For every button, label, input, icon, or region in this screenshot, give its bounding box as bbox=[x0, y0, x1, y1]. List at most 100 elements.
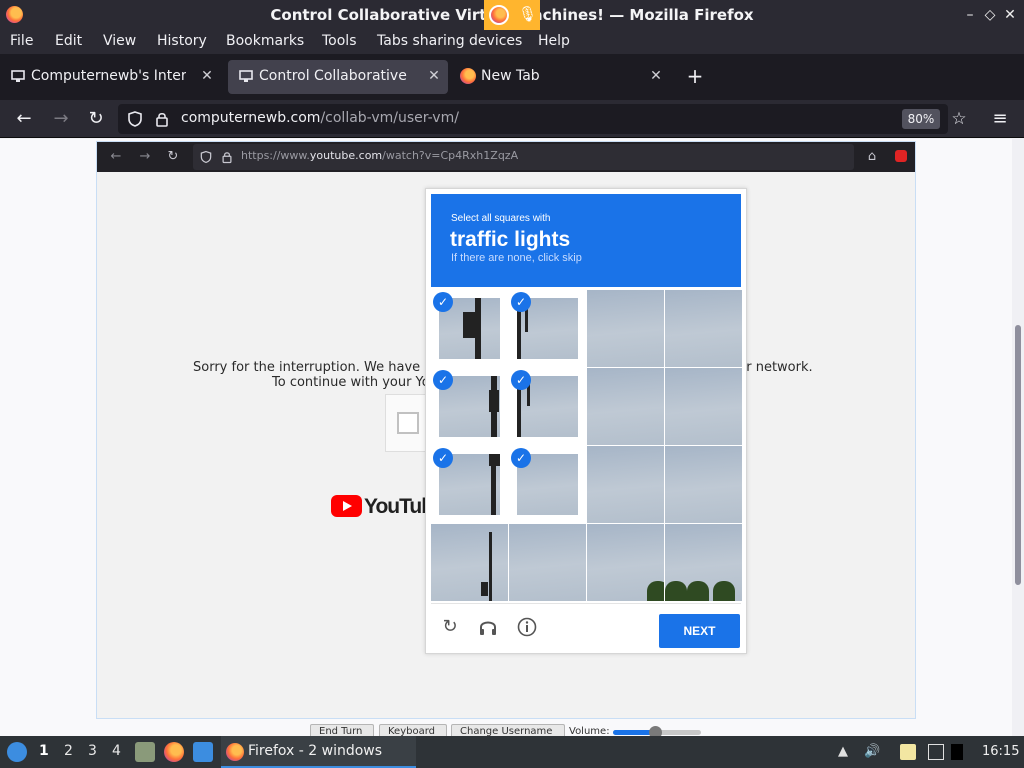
captcha-tile-image bbox=[587, 446, 664, 523]
firefox-sharing-icon bbox=[489, 5, 509, 25]
workspace-2[interactable]: 2 bbox=[64, 743, 73, 759]
volume-icon[interactable]: 🔊 bbox=[864, 744, 880, 760]
menu-bookmarks[interactable]: Bookmarks bbox=[226, 33, 304, 49]
firefox-launcher-icon[interactable] bbox=[164, 742, 184, 762]
captcha-tile-image bbox=[587, 290, 664, 367]
traffic-light-fragment bbox=[463, 312, 475, 338]
captcha-tile[interactable] bbox=[587, 446, 664, 523]
new-tab-button[interactable]: + bbox=[684, 64, 706, 88]
clipboard-icon[interactable] bbox=[900, 744, 916, 760]
vm-youtube-extension-icon[interactable] bbox=[895, 150, 907, 162]
captcha-tile-image bbox=[431, 524, 508, 601]
menu-history[interactable]: History bbox=[157, 33, 207, 49]
captcha-tile[interactable] bbox=[509, 524, 586, 601]
captcha-instruction: Select all squares with bbox=[451, 213, 551, 224]
file-manager-icon[interactable] bbox=[135, 742, 155, 762]
captcha-tile[interactable] bbox=[587, 368, 664, 445]
menu-tools[interactable]: Tools bbox=[322, 33, 357, 49]
captcha-tile[interactable]: ✓ bbox=[509, 446, 586, 523]
close-tab-icon[interactable]: ✕ bbox=[198, 66, 216, 86]
back-button[interactable]: ← bbox=[13, 108, 35, 130]
forward-button[interactable]: → bbox=[50, 108, 72, 130]
taskbar: 1 2 3 4 Firefox - 2 windows ▲ 🔊 16:15 bbox=[0, 736, 1024, 768]
info-icon[interactable] bbox=[516, 616, 538, 638]
restore-button[interactable]: ◇ bbox=[981, 4, 999, 26]
captcha-tile[interactable]: ✓ bbox=[431, 290, 508, 367]
vm-browser-toolbar: ← → ↻ https://www.youtube.com/watch?v=Cp… bbox=[97, 142, 915, 172]
menu-bar: File Edit View History Bookmarks Tools T… bbox=[0, 30, 1024, 54]
captcha-tile[interactable]: ✓ bbox=[509, 368, 586, 445]
selected-check-icon: ✓ bbox=[433, 370, 453, 390]
minimize-button[interactable]: – bbox=[961, 4, 979, 26]
tab-computernewb[interactable]: Computernewb's Internet ✕ bbox=[0, 60, 222, 94]
close-tab-icon[interactable]: ✕ bbox=[425, 66, 443, 86]
url-text[interactable]: computernewb.com/collab-vm/user-vm/ bbox=[181, 110, 459, 126]
zoom-badge[interactable]: 80% bbox=[902, 109, 940, 129]
captcha-tile[interactable] bbox=[587, 524, 664, 601]
computernewb-icon bbox=[11, 70, 25, 82]
desktop-icon[interactable] bbox=[193, 742, 213, 762]
vm-home-icon[interactable]: ⌂ bbox=[863, 148, 881, 166]
captcha-tile[interactable] bbox=[665, 446, 742, 523]
workspace-4[interactable]: 4 bbox=[112, 743, 121, 759]
recaptcha-checkbox[interactable] bbox=[397, 412, 419, 434]
vm-url-bar[interactable]: https://www.youtube.com/watch?v=Cp4Rxh1Z… bbox=[193, 144, 854, 170]
vm-back-icon[interactable]: ← bbox=[107, 148, 125, 166]
navigation-bar: ← → ↻ computernewb.com/collab-vm/user-vm… bbox=[0, 100, 1024, 138]
reload-button[interactable]: ↻ bbox=[85, 108, 107, 130]
captcha-tile[interactable] bbox=[587, 290, 664, 367]
shield-icon[interactable] bbox=[126, 110, 144, 128]
url-bar[interactable]: computernewb.com/collab-vm/user-vm/ 80% … bbox=[118, 104, 967, 134]
clock: 16:15 bbox=[982, 744, 1020, 759]
captcha-tile[interactable] bbox=[665, 290, 742, 367]
traffic-light-fragment bbox=[489, 532, 492, 601]
lock-icon[interactable] bbox=[153, 110, 171, 128]
task-label: Firefox - 2 windows bbox=[248, 743, 383, 759]
taskbar-firefox-task[interactable]: Firefox - 2 windows bbox=[221, 736, 416, 768]
start-menu-icon[interactable] bbox=[7, 742, 27, 762]
audio-challenge-icon[interactable] bbox=[477, 616, 499, 638]
bookmark-star-icon[interactable]: ☆ bbox=[950, 110, 968, 128]
close-window-button[interactable]: ✕ bbox=[1001, 4, 1019, 26]
menu-view[interactable]: View bbox=[103, 33, 136, 49]
vm-url-text: https://www.youtube.com/watch?v=Cp4Rxh1Z… bbox=[241, 149, 518, 162]
display-icon[interactable] bbox=[951, 744, 963, 760]
vm-url-domain: youtube.com bbox=[309, 149, 383, 162]
captcha-tile[interactable] bbox=[431, 524, 508, 601]
captcha-tile[interactable]: ✓ bbox=[509, 290, 586, 367]
captcha-tile[interactable] bbox=[665, 368, 742, 445]
captcha-target: traffic lights bbox=[450, 228, 571, 251]
vm-reload-icon[interactable]: ↻ bbox=[164, 148, 182, 166]
menu-tabs-sharing[interactable]: Tabs sharing devices bbox=[377, 33, 522, 49]
workspace-3[interactable]: 3 bbox=[88, 743, 97, 759]
traffic-light-fragment bbox=[481, 582, 488, 596]
tray-upload-icon[interactable]: ▲ bbox=[835, 744, 851, 760]
tab-new-tab[interactable]: New Tab ✕ bbox=[450, 60, 675, 94]
scrollbar-thumb[interactable] bbox=[1015, 325, 1021, 585]
tab-collab-vm[interactable]: Control Collaborative Virtual ✕ bbox=[228, 60, 448, 94]
menu-edit[interactable]: Edit bbox=[55, 33, 82, 49]
sharing-indicator[interactable]: 🎙 bbox=[484, 0, 540, 30]
app-menu-icon[interactable]: ≡ bbox=[989, 108, 1011, 130]
menu-file[interactable]: File bbox=[10, 33, 33, 49]
reload-challenge-icon[interactable]: ↻ bbox=[439, 616, 461, 638]
vm-forward-icon[interactable]: → bbox=[136, 148, 154, 166]
url-path: /collab-vm/user-vm/ bbox=[320, 110, 459, 126]
microphone-icon: 🎙 bbox=[518, 5, 538, 23]
selected-check-icon: ✓ bbox=[433, 448, 453, 468]
sorry-message-right: ur network. bbox=[738, 360, 813, 375]
captcha-tile[interactable]: ✓ bbox=[431, 368, 508, 445]
next-button[interactable]: NEXT bbox=[659, 614, 740, 648]
continue-message: To continue with your Yo bbox=[272, 375, 430, 390]
close-tab-icon[interactable]: ✕ bbox=[647, 66, 665, 86]
captcha-tile[interactable] bbox=[665, 524, 742, 601]
captcha-tile-image bbox=[665, 368, 742, 445]
workspace-1[interactable]: 1 bbox=[39, 743, 49, 759]
network-icon[interactable] bbox=[928, 744, 944, 760]
selected-check-icon: ✓ bbox=[511, 370, 531, 390]
vm-lock-icon bbox=[222, 152, 232, 164]
computernewb-icon bbox=[239, 70, 253, 82]
menu-help[interactable]: Help bbox=[538, 33, 570, 49]
captcha-tile[interactable]: ✓ bbox=[431, 446, 508, 523]
volume-slider[interactable] bbox=[613, 726, 701, 739]
